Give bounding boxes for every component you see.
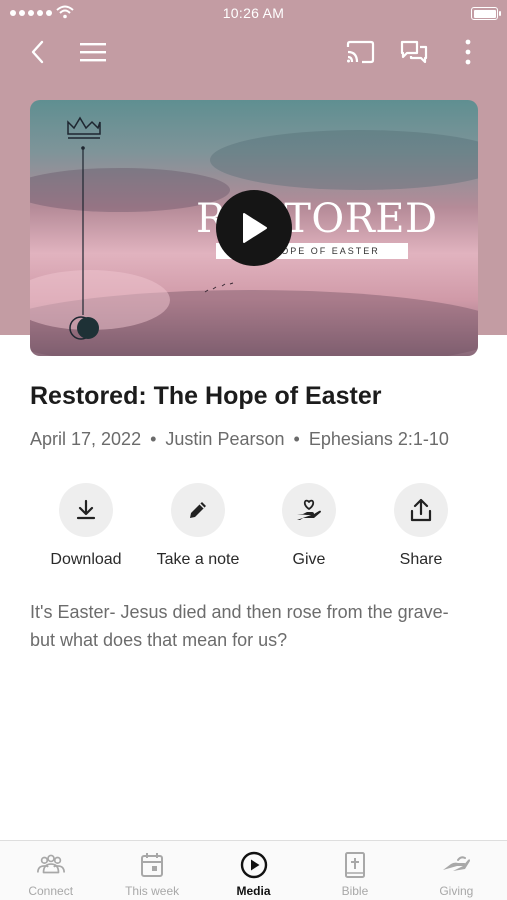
tab-this-week[interactable]: This week — [101, 841, 202, 900]
take-note-button[interactable]: Take a note — [143, 483, 253, 569]
heart-hand-icon — [297, 499, 321, 520]
tab-media-label: Media — [236, 884, 271, 898]
sermon-date: April 17, 2022 — [30, 429, 142, 449]
people-icon — [36, 851, 66, 879]
chevron-left-icon — [31, 40, 44, 64]
back-button[interactable] — [22, 36, 54, 68]
take-note-label: Take a note — [156, 551, 240, 568]
calendar-icon — [137, 851, 167, 879]
tab-bible[interactable]: Bible — [304, 841, 405, 900]
tab-bible-label: Bible — [341, 884, 369, 898]
cast-icon — [346, 40, 375, 64]
download-icon — [76, 499, 96, 520]
video-player[interactable]: RESTORED THE HOPE OF EASTER — [30, 100, 478, 356]
bottom-tab-bar: Connect This week Media Bible Giving — [0, 840, 507, 900]
status-bar: 10:26 AM — [0, 0, 507, 28]
hamburger-menu-icon — [80, 43, 106, 62]
play-circle-icon — [239, 851, 269, 879]
chat-bubbles-icon — [400, 40, 428, 64]
cast-button[interactable] — [344, 36, 376, 68]
share-button[interactable]: Share — [366, 483, 476, 569]
sermon-speaker: Justin Pearson — [165, 429, 285, 449]
sermon-scripture: Ephesians 2:1-10 — [308, 429, 449, 449]
sermon-description: It's Easter- Jesus died and then rose fr… — [30, 602, 449, 650]
sermon-title: Restored: The Hope of Easter — [30, 382, 382, 410]
sermon-meta: April 17, 2022 • Justin Pearson • Ephesi… — [30, 429, 449, 450]
play-icon — [243, 213, 267, 243]
tab-connect[interactable]: Connect — [0, 841, 101, 900]
pencil-icon — [190, 502, 206, 518]
bible-icon — [340, 851, 370, 879]
play-button[interactable] — [216, 190, 292, 266]
download-circle[interactable] — [59, 483, 113, 537]
tab-giving[interactable]: Giving — [406, 841, 507, 900]
meta-separator: • — [293, 429, 300, 449]
download-button[interactable]: Download — [31, 483, 141, 569]
take-note-circle[interactable] — [171, 483, 225, 537]
share-icon — [410, 498, 432, 522]
status-time: 10:26 AM — [222, 5, 285, 21]
give-circle[interactable] — [282, 483, 336, 537]
giving-hand-icon — [441, 851, 471, 879]
tab-connect-label: Connect — [28, 884, 74, 898]
tab-giving-label: Giving — [439, 884, 474, 898]
meta-separator: • — [150, 429, 157, 449]
battery-icon — [471, 7, 501, 20]
tab-this-week-label: This week — [125, 884, 180, 898]
chat-button[interactable] — [398, 36, 430, 68]
more-options-button[interactable] — [452, 36, 484, 68]
download-label: Download — [50, 551, 122, 568]
share-label: Share — [399, 551, 443, 568]
share-circle[interactable] — [394, 483, 448, 537]
give-button[interactable]: Give — [254, 483, 364, 569]
tab-media[interactable]: Media — [203, 841, 304, 900]
give-label: Give — [292, 551, 326, 568]
menu-button[interactable] — [77, 36, 109, 68]
more-vertical-icon — [465, 39, 471, 65]
